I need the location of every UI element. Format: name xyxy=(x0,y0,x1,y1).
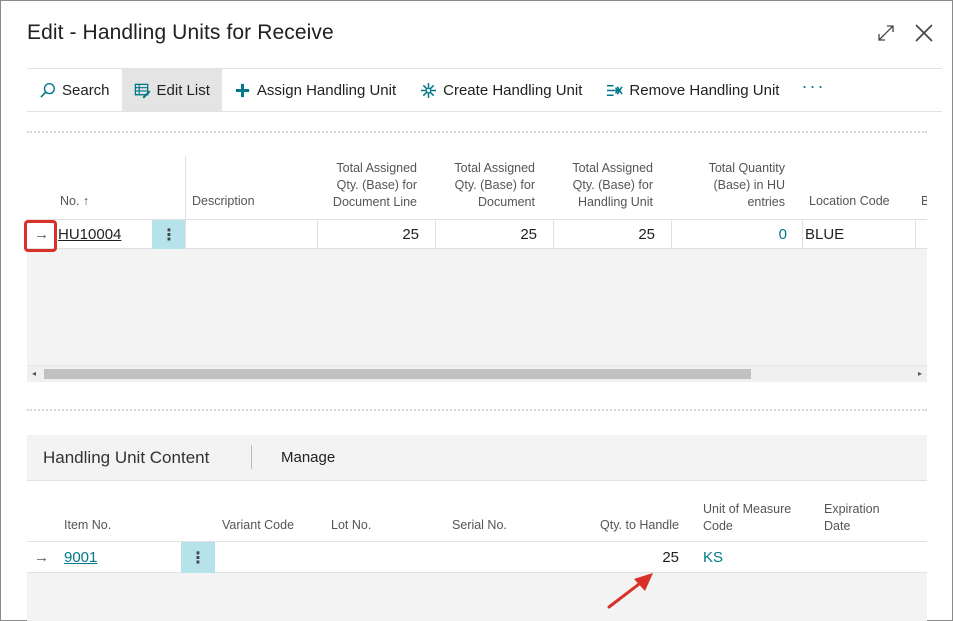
part-header: Handling Unit Content Manage xyxy=(27,435,927,480)
header-line: Handling Unit xyxy=(577,195,653,209)
col-expiration-date[interactable]: Expiration Date xyxy=(824,501,880,535)
dialog-title: Edit - Handling Units for Receive xyxy=(27,21,334,44)
part-separator xyxy=(251,445,252,469)
column-separator xyxy=(435,220,436,249)
header-line: Total Quantity xyxy=(708,161,785,175)
more-actions-button[interactable]: ··· xyxy=(791,76,835,97)
action-bar: Search Edit List Assign Handling Unit Cr… xyxy=(27,68,942,112)
row-unit-of-measure-code[interactable]: KS xyxy=(703,542,723,573)
scroll-left-icon[interactable]: ◂ xyxy=(32,369,36,378)
col-no[interactable]: No. ↑ xyxy=(60,193,89,210)
sparkle-icon xyxy=(421,82,437,98)
manage-button[interactable]: Manage xyxy=(281,449,335,466)
header-line: Expiration xyxy=(824,502,880,516)
row-location-code[interactable]: BLUE xyxy=(805,220,844,249)
col-unit-of-measure-code[interactable]: Unit of Measure Code xyxy=(703,501,791,535)
col-qty-to-handle[interactable]: Qty. to Handle xyxy=(567,517,679,534)
column-separator xyxy=(553,220,554,249)
header-line: Qty. (Base) for xyxy=(336,178,417,192)
remove-icon xyxy=(607,84,624,96)
row-arrow-icon: → xyxy=(34,549,49,566)
search-icon xyxy=(40,82,56,98)
divider xyxy=(27,409,927,411)
header-line: Total Assigned xyxy=(572,161,653,175)
expand-icon[interactable] xyxy=(876,23,896,43)
edit-list-icon xyxy=(134,83,151,99)
content-grid-header: Item No. Variant Code Lot No. Serial No.… xyxy=(27,480,927,542)
annotation-arrow-icon xyxy=(607,573,653,609)
column-separator xyxy=(915,220,916,249)
col-lot-no[interactable]: Lot No. xyxy=(331,517,371,534)
col-total-doc[interactable]: Total Assigned Qty. (Base) for Document xyxy=(437,160,535,211)
row-total-doc-line[interactable]: 25 xyxy=(319,220,419,249)
scrollbar-thumb[interactable] xyxy=(44,369,751,379)
divider xyxy=(27,131,927,133)
header-line: Total Assigned xyxy=(454,161,535,175)
grid-header: No. ↑ Description Total Assigned Qty. (B… xyxy=(27,156,927,220)
header-line: Document Line xyxy=(332,195,417,209)
item-no-link[interactable]: 9001 xyxy=(64,549,97,566)
col-description[interactable]: Description xyxy=(192,193,255,210)
header-line: Qty. (Base) for xyxy=(454,178,535,192)
row-item-no[interactable]: 9001 xyxy=(64,542,97,573)
header-line: Total Assigned xyxy=(336,161,417,175)
handling-unit-content-part: Handling Unit Content Manage Item No. Va… xyxy=(27,435,927,621)
create-handling-unit-button[interactable]: Create Handling Unit xyxy=(408,69,594,111)
column-separator xyxy=(185,156,186,220)
row-menu-button[interactable]: ⋮ xyxy=(181,542,215,573)
table-row[interactable]: → 9001 ⋮ 25 KS xyxy=(27,542,927,573)
handling-units-grid: No. ↑ Description Total Assigned Qty. (B… xyxy=(27,156,927,382)
header-line: entries xyxy=(747,195,785,209)
remove-handling-unit-button[interactable]: Remove Handling Unit xyxy=(594,69,791,111)
assign-handling-unit-button[interactable]: Assign Handling Unit xyxy=(222,69,408,111)
remove-label: Remove Handling Unit xyxy=(629,81,780,99)
col-total-doc-line[interactable]: Total Assigned Qty. (Base) for Document … xyxy=(319,160,417,211)
row-selector-highlight xyxy=(24,220,57,252)
part-title[interactable]: Handling Unit Content xyxy=(43,448,209,468)
row-total-qty-entries[interactable]: 0 xyxy=(685,220,787,249)
horizontal-scrollbar[interactable]: ◂ ▸ xyxy=(27,365,927,382)
header-line: Document xyxy=(478,195,535,209)
row-no-link[interactable]: HU10004 xyxy=(58,226,121,243)
column-separator xyxy=(185,220,186,249)
col-location-code[interactable]: Location Code xyxy=(809,193,890,210)
header-line: Date xyxy=(824,519,851,533)
header-line: Qty. (Base) for xyxy=(572,178,653,192)
edit-list-label: Edit List xyxy=(156,81,210,99)
title-actions xyxy=(876,23,934,43)
col-next[interactable]: B xyxy=(921,193,927,210)
column-separator xyxy=(802,220,803,249)
header-line: (Base) in HU xyxy=(713,178,785,192)
row-total-hu[interactable]: 25 xyxy=(555,220,655,249)
row-no[interactable]: HU10004 xyxy=(58,220,121,249)
col-total-hu[interactable]: Total Assigned Qty. (Base) for Handling … xyxy=(555,160,653,211)
edit-list-button[interactable]: Edit List xyxy=(121,69,222,111)
column-separator xyxy=(317,220,318,249)
row-total-doc[interactable]: 25 xyxy=(437,220,537,249)
table-row[interactable]: → HU10004 ⋮ 25 25 25 0 BLUE xyxy=(27,220,927,249)
header-line: Unit of Measure xyxy=(703,502,792,516)
column-separator xyxy=(671,220,672,249)
search-button[interactable]: Search xyxy=(27,69,122,111)
scroll-right-icon[interactable]: ▸ xyxy=(918,369,922,378)
create-label: Create Handling Unit xyxy=(443,81,583,99)
col-item-no[interactable]: Item No. xyxy=(64,517,111,534)
assign-label: Assign Handling Unit xyxy=(256,81,397,99)
header-line: Code xyxy=(703,519,733,533)
search-label: Search xyxy=(62,81,110,99)
row-description[interactable] xyxy=(192,220,312,249)
close-icon[interactable] xyxy=(914,23,934,43)
plus-icon xyxy=(235,83,250,97)
col-serial-no[interactable]: Serial No. xyxy=(452,517,507,534)
row-menu-button[interactable]: ⋮ xyxy=(152,220,186,249)
dialog: Edit - Handling Units for Receive Search… xyxy=(0,0,953,621)
col-variant-code[interactable]: Variant Code xyxy=(222,517,294,534)
col-total-qty-entries[interactable]: Total Quantity (Base) in HU entries xyxy=(685,160,785,211)
